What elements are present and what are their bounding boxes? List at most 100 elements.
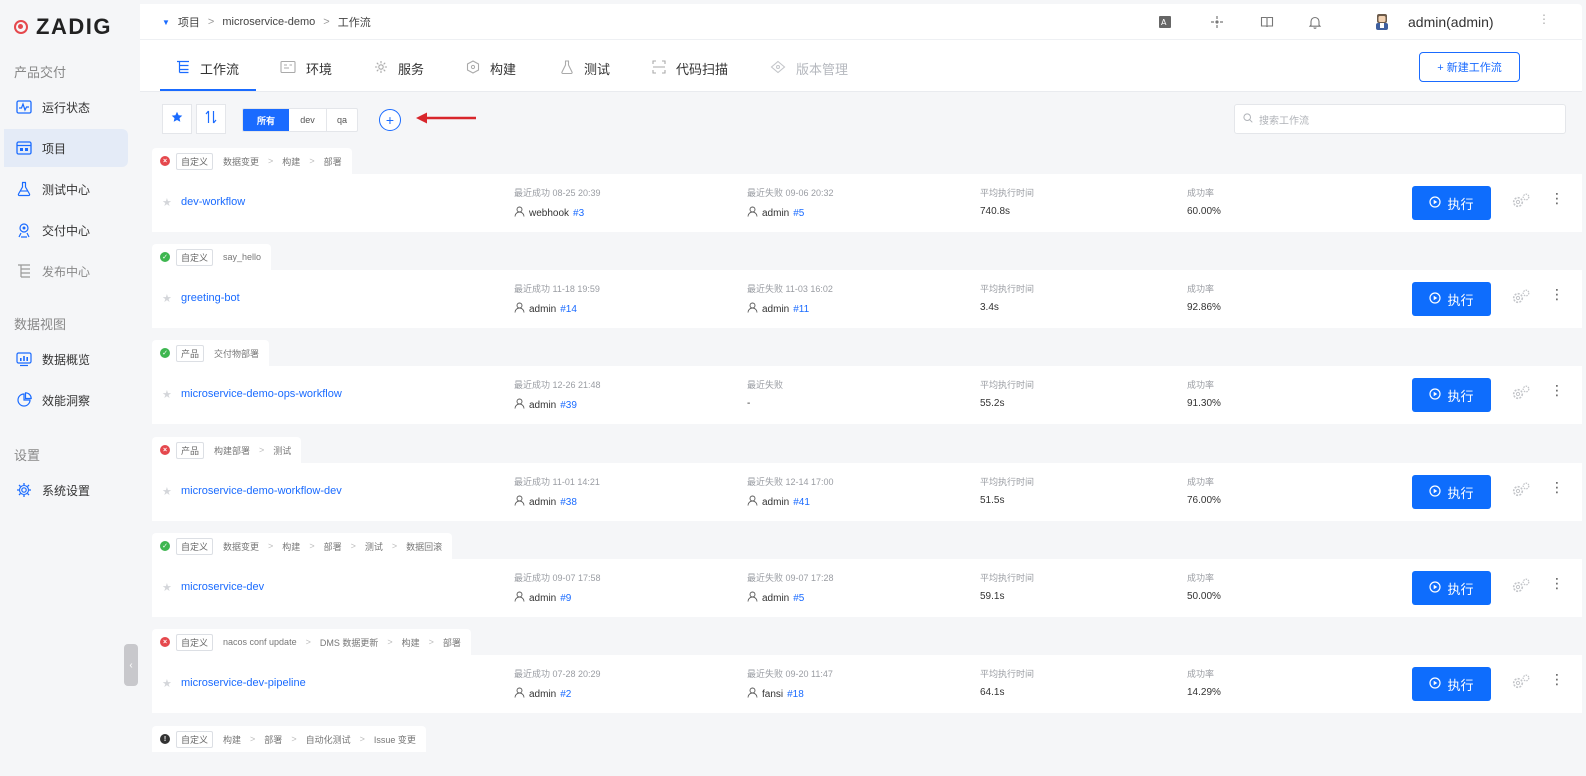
- sidebar-item-status[interactable]: 运行状态: [4, 88, 128, 126]
- workflow-name-link[interactable]: dev-workflow: [181, 196, 245, 208]
- tab-service[interactable]: 服务: [374, 57, 424, 79]
- workflow-name-link[interactable]: greeting-bot: [181, 292, 240, 304]
- sidebar-item-efficiency-insight[interactable]: 效能洞察: [4, 381, 128, 419]
- breadcrumb: ▼ 项目 > microservice-demo > 工作流: [162, 14, 371, 30]
- last-success-run-link[interactable]: #2: [560, 689, 571, 700]
- last-success-value: admin #39: [514, 398, 577, 412]
- more-vertical-icon[interactable]: ⋮: [1550, 576, 1564, 590]
- star-icon[interactable]: ★: [162, 388, 172, 401]
- run-workflow-button[interactable]: 执行: [1412, 667, 1491, 701]
- settings-gear-icon[interactable]: [1510, 577, 1532, 600]
- avatar[interactable]: [1372, 12, 1392, 32]
- last-success-run-link[interactable]: #14: [560, 304, 577, 315]
- workflow-row[interactable]: ★ greeting-bot 最近成功 11-18 19:59 admin #14 最近失…: [152, 270, 1582, 328]
- run-workflow-button[interactable]: 执行: [1412, 186, 1491, 220]
- star-icon[interactable]: ★: [162, 581, 172, 594]
- settings-gear-icon[interactable]: [1510, 384, 1532, 407]
- tab-code-scan[interactable]: 代码扫描: [652, 57, 728, 79]
- star-icon[interactable]: ★: [162, 677, 172, 690]
- sort-button[interactable]: [196, 104, 226, 134]
- workflow-name-link[interactable]: microservice-dev: [181, 581, 264, 593]
- workflow-name-link[interactable]: microservice-demo-workflow-dev: [181, 485, 342, 497]
- run-workflow-button[interactable]: 执行: [1412, 378, 1491, 412]
- add-filter-button[interactable]: +: [379, 109, 401, 131]
- tab-version-management[interactable]: 版本管理: [770, 57, 848, 79]
- success-rate-label: 成功率: [1187, 573, 1215, 583]
- filter-option-all[interactable]: 所有: [243, 109, 289, 131]
- star-icon[interactable]: ★: [162, 196, 172, 209]
- workflow-name-link[interactable]: microservice-dev-pipeline: [181, 677, 306, 689]
- workflow-row[interactable]: ★ microservice-demo-ops-workflow 最近成功 12-2…: [152, 366, 1582, 424]
- tab-test[interactable]: 测试: [560, 57, 610, 79]
- settings-gear-icon[interactable]: [1510, 288, 1532, 311]
- last-success-run-link[interactable]: #9: [560, 593, 571, 604]
- sidebar-item-release-center[interactable]: 发布中心: [4, 252, 128, 290]
- workflow-row[interactable]: ★ microservice-demo-workflow-dev 最近成功 11-0…: [152, 463, 1582, 521]
- flask-icon: [16, 181, 32, 197]
- sidebar-item-label: 交付中心: [42, 223, 91, 238]
- search-input[interactable]: 搜索工作流: [1234, 104, 1566, 134]
- tab-workflow[interactable]: 工作流: [176, 57, 239, 79]
- more-vertical-icon[interactable]: ⋮: [1538, 12, 1550, 26]
- sidebar-item-label: 效能洞察: [42, 393, 91, 408]
- filter-option-dev[interactable]: dev: [289, 109, 327, 131]
- last-success-label: 最近成功 07-28 20:29: [514, 669, 601, 679]
- sidebar-item-delivery-center[interactable]: 交付中心: [4, 211, 128, 249]
- workflow-stage-bar: ! 自定义 构建 > 部署 > 自动化测试 > Issue 变更: [152, 726, 426, 752]
- last-fail-run-link[interactable]: #18: [787, 689, 804, 700]
- settings-gear-icon[interactable]: [1510, 673, 1532, 696]
- workflow-row[interactable]: ★ dev-workflow 最近成功 08-25 20:39 webhook #3 最近…: [152, 174, 1582, 232]
- tab-label: 测试: [584, 61, 611, 77]
- filter-option-qa[interactable]: qa: [327, 109, 357, 131]
- more-vertical-icon[interactable]: ⋮: [1550, 383, 1564, 397]
- more-vertical-icon[interactable]: ⋮: [1550, 287, 1564, 301]
- success-rate-label: 成功率: [1187, 188, 1215, 198]
- workflow-type-tag: 产品: [176, 441, 205, 459]
- last-fail-value: -: [747, 398, 750, 409]
- workflow-name-link[interactable]: microservice-demo-ops-workflow: [181, 388, 342, 400]
- last-success-run-link[interactable]: #3: [573, 208, 584, 219]
- workflow-stage: 测试: [273, 445, 292, 456]
- more-vertical-icon[interactable]: ⋮: [1550, 480, 1564, 494]
- last-fail-run-link[interactable]: #5: [793, 593, 804, 604]
- translate-icon[interactable]: A: [1156, 13, 1174, 31]
- breadcrumb-item[interactable]: 项目: [178, 14, 200, 30]
- workflow-type-tag: 自定义: [176, 152, 214, 170]
- last-fail-run-link[interactable]: #41: [793, 497, 810, 508]
- tab-environment[interactable]: 环境: [280, 57, 332, 79]
- sidebar-item-data-overview[interactable]: 数据概览: [4, 340, 128, 378]
- version-icon: [770, 60, 786, 77]
- run-workflow-button[interactable]: 执行: [1412, 282, 1491, 316]
- more-vertical-icon[interactable]: ⋮: [1550, 191, 1564, 205]
- caret-down-icon[interactable]: ▼: [162, 18, 170, 27]
- workflow-row[interactable]: ★ microservice-dev-pipeline 最近成功 07-28 20:…: [152, 655, 1582, 713]
- active-tab-indicator: [160, 89, 256, 91]
- tab-build[interactable]: 构建: [466, 57, 516, 79]
- favorite-filter-button[interactable]: [162, 104, 192, 134]
- workflow-row[interactable]: ★ microservice-dev 最近成功 09-07 17:58 admin #9…: [152, 559, 1582, 617]
- new-workflow-button[interactable]: + 新建工作流: [1419, 52, 1520, 82]
- book-icon[interactable]: [1258, 13, 1276, 31]
- sidebar-collapse-handle[interactable]: ‹: [124, 644, 138, 686]
- logo[interactable]: ZADIG: [14, 14, 112, 39]
- network-icon[interactable]: [1208, 13, 1226, 31]
- settings-gear-icon[interactable]: [1510, 192, 1532, 215]
- last-success-run-link[interactable]: #39: [560, 400, 577, 411]
- last-success-run-link[interactable]: #38: [560, 497, 577, 508]
- last-fail-run-link[interactable]: #11: [793, 304, 809, 315]
- sidebar-item-system-settings[interactable]: 系统设置: [4, 471, 128, 509]
- user-icon: [747, 495, 758, 509]
- breadcrumb-item[interactable]: microservice-demo: [222, 16, 315, 28]
- more-vertical-icon[interactable]: ⋮: [1550, 672, 1564, 686]
- workflow-type-tag: 自定义: [176, 248, 214, 266]
- sidebar-item-test-center[interactable]: 测试中心: [4, 170, 128, 208]
- sidebar-item-project[interactable]: 项目: [4, 129, 128, 167]
- settings-gear-icon[interactable]: [1510, 481, 1532, 504]
- bell-icon[interactable]: [1306, 13, 1324, 31]
- run-workflow-button[interactable]: 执行: [1412, 571, 1491, 605]
- last-fail-run-link[interactable]: #5: [793, 208, 804, 219]
- user-name[interactable]: admin(admin): [1408, 14, 1494, 30]
- star-icon[interactable]: ★: [162, 292, 172, 305]
- star-icon[interactable]: ★: [162, 485, 172, 498]
- run-workflow-button[interactable]: 执行: [1412, 475, 1491, 509]
